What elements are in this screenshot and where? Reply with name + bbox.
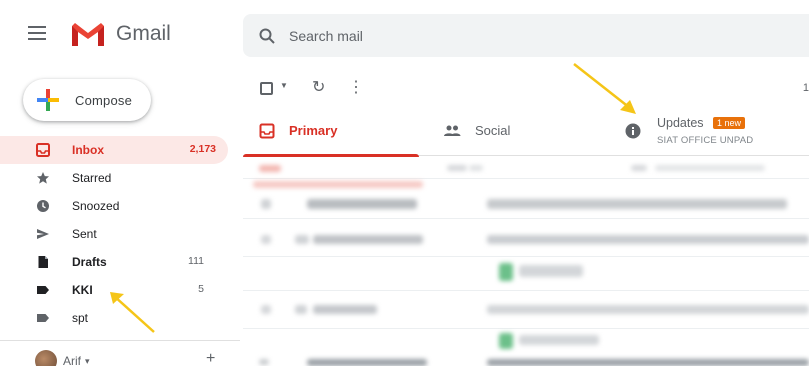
tab-label: Primary xyxy=(289,123,338,138)
search-input[interactable] xyxy=(289,27,589,44)
annotation-arrow-right xyxy=(573,63,636,114)
inbox-icon xyxy=(36,143,50,157)
people-icon xyxy=(443,123,461,139)
sidebar-item-sent[interactable]: Sent xyxy=(0,220,240,248)
avatar xyxy=(35,350,57,366)
sidebar-item-starred[interactable]: Starred xyxy=(0,164,240,192)
send-icon xyxy=(36,227,50,241)
plus-icon xyxy=(33,85,63,115)
list-item[interactable] xyxy=(243,179,809,189)
email-list xyxy=(243,157,809,366)
sidebar-item-snoozed[interactable]: Snoozed xyxy=(0,192,240,220)
add-account-icon[interactable]: + xyxy=(206,350,215,366)
list-item[interactable] xyxy=(243,257,809,291)
select-all-checkbox[interactable] xyxy=(260,82,273,95)
compose-label: Compose xyxy=(75,92,133,108)
unread-count: 2,173 xyxy=(189,143,216,155)
sidebar-divider xyxy=(0,340,240,341)
info-icon xyxy=(625,123,641,139)
list-item[interactable] xyxy=(243,157,809,179)
clock-icon xyxy=(36,199,50,213)
tab-label: Updates xyxy=(657,116,704,130)
search-icon[interactable] xyxy=(259,28,275,44)
new-badge: 1 new xyxy=(713,117,746,129)
sidebar-item-label: Drafts xyxy=(72,255,107,269)
sidebar-item-drafts[interactable]: Drafts 111 xyxy=(0,248,240,276)
sidebar-item-label: Starred xyxy=(72,171,112,185)
sidebar-item-label: Snoozed xyxy=(72,199,120,213)
gmail-m-icon xyxy=(72,23,104,46)
list-item[interactable] xyxy=(243,355,809,366)
compose-button[interactable]: Compose xyxy=(23,79,151,121)
sidebar-item-label: KKI xyxy=(72,283,93,297)
refresh-icon[interactable]: ↻ xyxy=(312,77,325,97)
list-item[interactable] xyxy=(243,219,809,257)
search-bar[interactable] xyxy=(243,14,809,57)
list-item[interactable] xyxy=(243,329,809,355)
select-dropdown-icon[interactable]: ▼ xyxy=(280,81,288,90)
app-name: Gmail xyxy=(116,22,171,45)
tab-updates[interactable]: Updates 1 new SIAT OFFICE UNPAD xyxy=(621,108,809,156)
pagination-label: 1 xyxy=(802,82,809,94)
main-menu-icon[interactable] xyxy=(28,26,46,40)
list-item[interactable] xyxy=(243,189,809,219)
tab-primary[interactable]: Primary xyxy=(243,108,419,157)
tab-label: Social xyxy=(475,123,511,138)
sidebar-item-inbox[interactable]: Inbox 2,173 xyxy=(0,136,228,164)
list-item[interactable] xyxy=(243,291,809,329)
inbox-tabs: Primary Social Updates 1 new SIAT OFFICE… xyxy=(243,108,809,157)
gmail-logo[interactable]: Gmail xyxy=(70,20,171,48)
draft-count: 111 xyxy=(188,255,204,267)
label-count: 5 xyxy=(198,283,204,295)
star-icon xyxy=(36,171,50,185)
inbox-icon xyxy=(259,123,275,139)
chevron-down-icon: ▾ xyxy=(85,355,90,366)
account-name: Arif xyxy=(63,354,81,366)
draft-icon xyxy=(36,255,50,269)
more-options-icon[interactable]: ⋮ xyxy=(348,77,364,97)
sidebar-item-label: Inbox xyxy=(72,143,104,157)
annotation-arrow-left xyxy=(110,292,155,333)
label-icon xyxy=(36,311,50,325)
sidebar-item-label: Sent xyxy=(72,227,97,241)
mail-toolbar: ▼ ↻ ⋮ 1 xyxy=(256,74,809,104)
label-icon xyxy=(36,283,50,297)
tab-sender-preview: SIAT OFFICE UNPAD xyxy=(657,135,754,146)
account-switcher[interactable]: Arif ▾ xyxy=(35,350,90,366)
sidebar-item-label: spt xyxy=(72,311,89,325)
